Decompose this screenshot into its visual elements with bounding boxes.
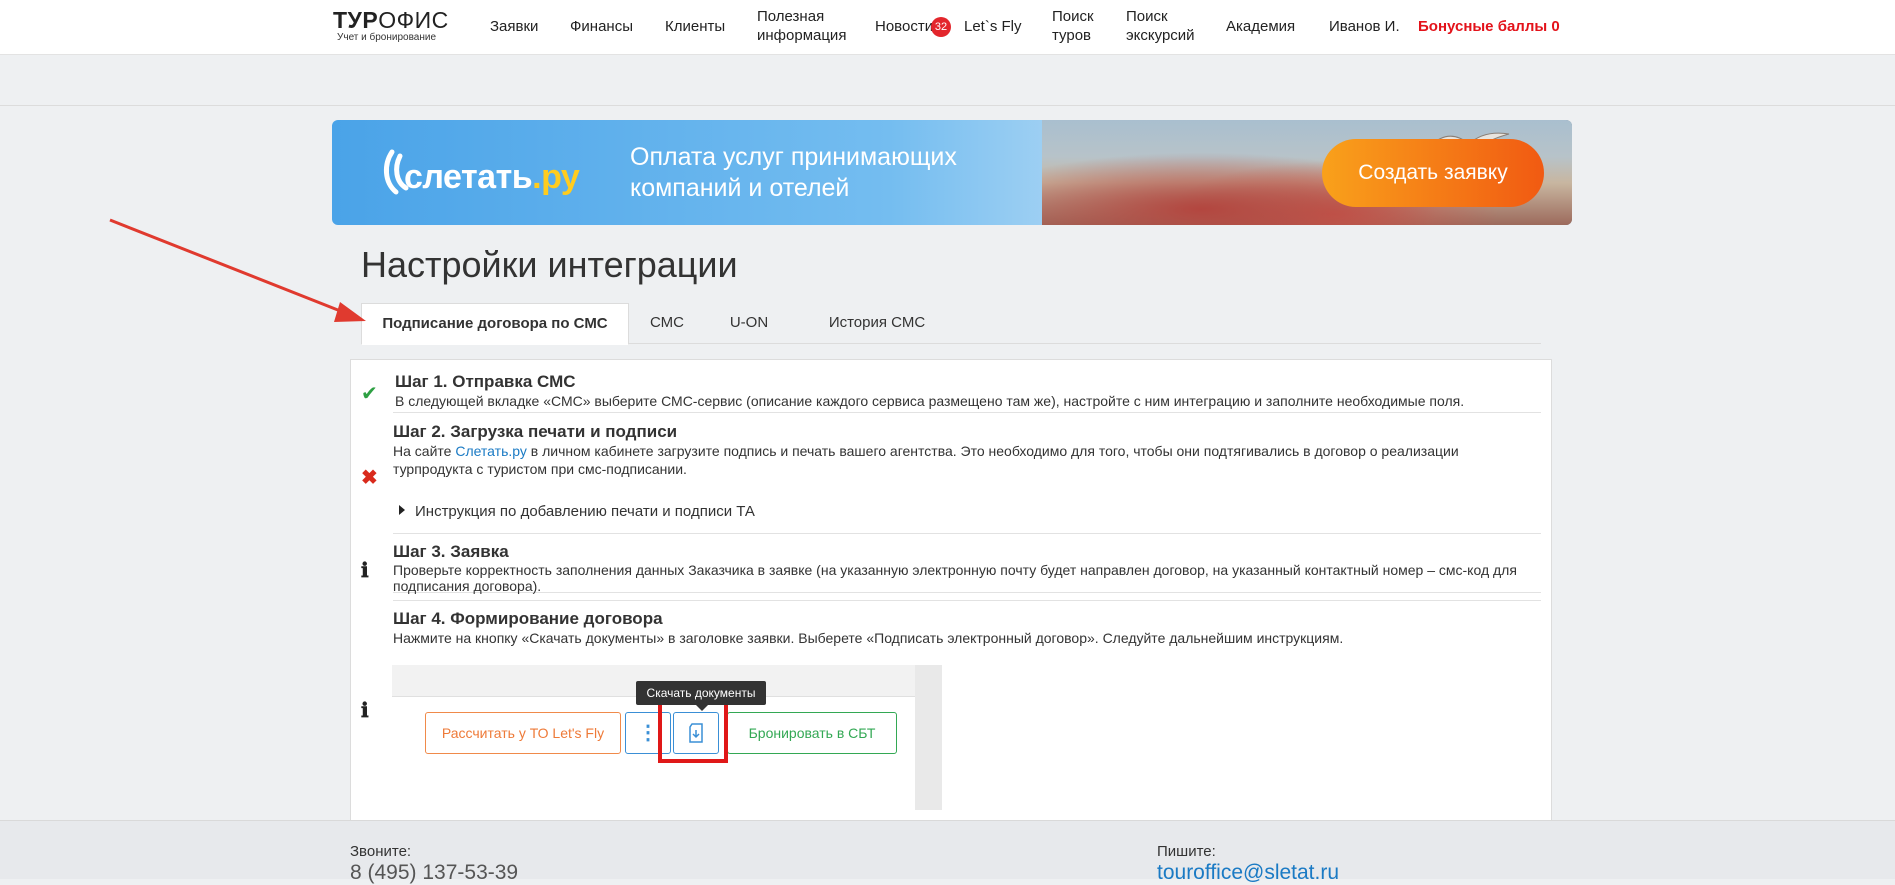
check-icon: ✔ bbox=[361, 383, 378, 405]
step-3-title: Шаг 3. Заявка bbox=[393, 542, 509, 561]
nav-finance[interactable]: Финансы bbox=[570, 17, 633, 36]
banner-logo-text: слетать.ру bbox=[404, 158, 580, 197]
sub-bar bbox=[0, 55, 1895, 106]
step-divider bbox=[393, 533, 1541, 534]
footer-email-link[interactable]: touroffice@sletat.ru bbox=[1157, 861, 1339, 885]
footer-phone[interactable]: 8 (495) 137-53-39 bbox=[350, 861, 518, 885]
nav-bonus-points[interactable]: Бонусные баллы 0 bbox=[1418, 17, 1560, 36]
step-1-text: В следующей вкладке «СМС» выберите СМС-с… bbox=[395, 393, 1465, 409]
step-4-title: Шаг 4. Формирование договора bbox=[393, 609, 663, 628]
stamp-signature-instructions-toggle[interactable]: Инструкция по добавлению печати и подпис… bbox=[393, 503, 755, 520]
banner-headline: Оплата услуг принимающих компаний и отел… bbox=[630, 143, 957, 202]
nav-user-menu[interactable]: Иванов И. bbox=[1329, 17, 1400, 36]
logo-bold: ТУР bbox=[333, 7, 379, 33]
nav-useful-info-line2: информация bbox=[757, 27, 847, 44]
logo-subtitle: Учет и бронирование bbox=[337, 32, 437, 43]
top-navbar: ТУРОФИС Учет и бронирование Заявки Финан… bbox=[0, 0, 1895, 55]
logo-rest: ОФИС bbox=[378, 7, 449, 33]
screenshot-scrollbar bbox=[915, 665, 942, 810]
step-2-text-after: в личном кабинете загрузите подпись и пе… bbox=[393, 443, 1459, 477]
nav-tour-search[interactable]: Поиск туров bbox=[1052, 7, 1094, 45]
nav-excursion-search[interactable]: Поиск экскурсий bbox=[1126, 7, 1195, 45]
banner-logo-word: слетать bbox=[404, 158, 533, 196]
nav-excursion-search-line2: экскурсий bbox=[1126, 27, 1195, 44]
instructions-label: Инструкция по добавлению печати и подпис… bbox=[415, 503, 755, 520]
news-count-badge: 32 bbox=[931, 17, 951, 37]
step-2-title: Шаг 2. Загрузка печати и подписи bbox=[393, 422, 678, 441]
download-documents-tooltip: Скачать документы bbox=[636, 681, 766, 711]
nav-clients[interactable]: Клиенты bbox=[665, 17, 725, 36]
highlight-box bbox=[658, 701, 728, 763]
step-2-text-before: На сайте bbox=[393, 443, 456, 459]
steps-panel: ✔ Шаг 1. Отправка СМС В следующей вкладк… bbox=[350, 359, 1552, 821]
nav-news[interactable]: Новости bbox=[875, 17, 933, 36]
nav-letsfly[interactable]: Let`s Fly bbox=[964, 17, 1022, 36]
tab-bar: Подписание договора по СМС СМС U-ON Исто… bbox=[361, 303, 1541, 345]
create-request-button[interactable]: Создать заявку bbox=[1322, 139, 1544, 207]
step-4: Шаг 4. Формирование договора Нажмите на … bbox=[393, 609, 1541, 647]
info-icon: ℹ bbox=[361, 698, 369, 722]
nav-academy[interactable]: Академия bbox=[1226, 17, 1295, 36]
step-4-text: Нажмите на кнопку «Скачать документы» в … bbox=[393, 630, 1344, 646]
step-3-text: Проверьте корректность заполнения данных… bbox=[393, 562, 1517, 594]
tab-sms-history[interactable]: История СМС bbox=[807, 303, 947, 343]
nav-useful-info[interactable]: Полезная информация bbox=[757, 7, 846, 45]
error-cross-icon: ✖ bbox=[361, 467, 378, 489]
nav-tour-search-line1: Поиск bbox=[1052, 8, 1094, 25]
footer-call-label: Звоните: bbox=[350, 843, 412, 860]
step-1-title: Шаг 1. Отправка СМС bbox=[395, 372, 576, 391]
nav-requests[interactable]: Заявки bbox=[490, 17, 538, 36]
banner-logo-suffix: .ру bbox=[532, 158, 580, 196]
step-1: Шаг 1. Отправка СМС В следующей вкладке … bbox=[393, 372, 1541, 413]
step-3: Шаг 3. Заявка Проверьте корректность зап… bbox=[393, 542, 1541, 601]
nav-useful-info-line1: Полезная bbox=[757, 8, 825, 25]
book-sbt-button[interactable]: Бронировать в СБТ bbox=[727, 712, 897, 754]
caret-right-icon bbox=[399, 505, 405, 515]
calculate-letsfly-button[interactable]: Рассчитать у ТО Let's Fly bbox=[425, 712, 621, 754]
tab-sms-contract-signing[interactable]: Подписание договора по СМС bbox=[361, 303, 629, 345]
nav-excursion-search-line1: Поиск bbox=[1126, 8, 1168, 25]
footer-write-label: Пишите: bbox=[1157, 843, 1216, 860]
nav-tour-search-line2: туров bbox=[1052, 27, 1092, 44]
app-logo[interactable]: ТУРОФИС Учет и бронирование bbox=[333, 8, 449, 44]
step-2-text: На сайте Слетать.ру в личном кабинете за… bbox=[393, 442, 1541, 478]
tab-sms[interactable]: СМС bbox=[637, 303, 697, 343]
logo-title: ТУРОФИС bbox=[333, 8, 449, 32]
footer: Звоните: 8 (495) 137-53-39 Пишите: touro… bbox=[0, 820, 1895, 884]
info-icon: ℹ bbox=[361, 558, 369, 582]
page-title: Настройки интеграции bbox=[361, 244, 738, 285]
sletat-link[interactable]: Слетать.ру bbox=[455, 443, 527, 459]
tab-uon[interactable]: U-ON bbox=[718, 303, 780, 343]
